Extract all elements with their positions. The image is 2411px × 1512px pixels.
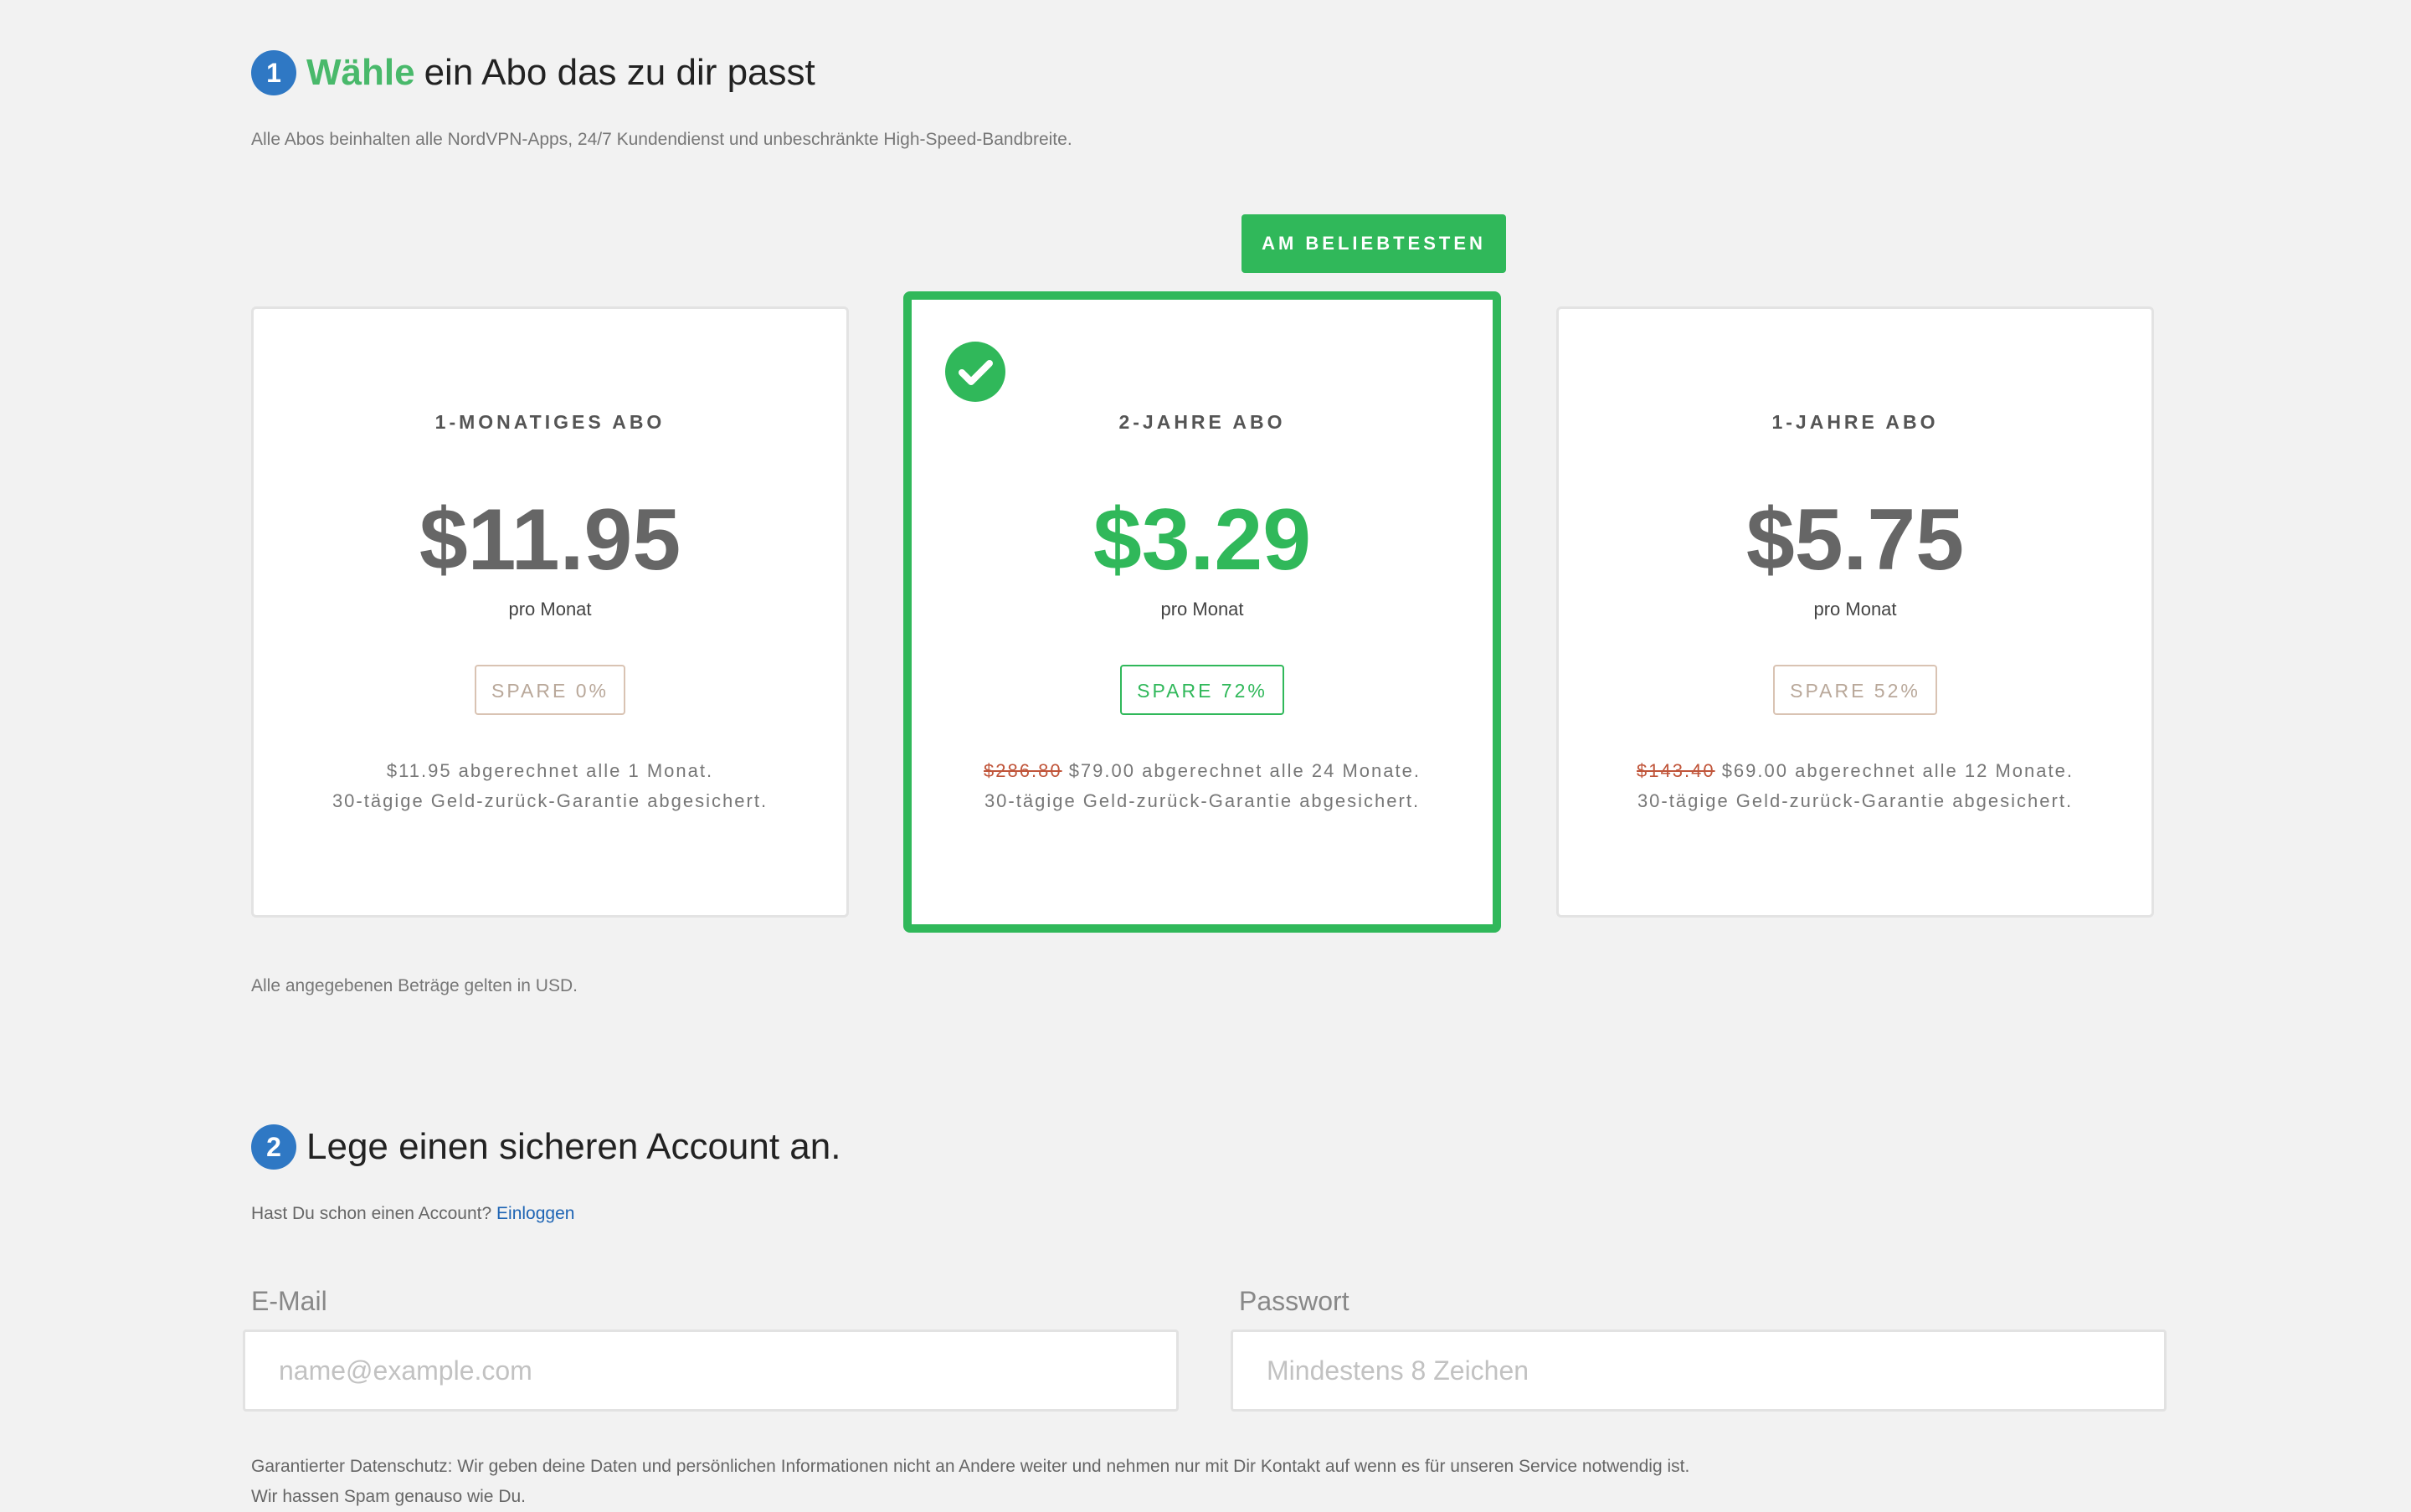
plan-per-month: pro Monat (508, 599, 592, 620)
billing-text: $69.00 abgerechnet alle 12 Monate. (1721, 760, 2074, 781)
billing-line: $143.40 $69.00 abgerechnet alle 12 Monat… (1559, 756, 2151, 786)
guarantee-line: 30-tägige Geld-zurück-Garantie abgesiche… (984, 790, 1421, 811)
login-link[interactable]: Einloggen (496, 1204, 574, 1223)
plan-per-month: pro Monat (1813, 599, 1897, 620)
billing-line: $286.80 $79.00 abgerechnet alle 24 Monat… (912, 756, 1493, 786)
save-badge: SPARE 52% (1773, 665, 1937, 715)
billing-info: $143.40 $69.00 abgerechnet alle 12 Monat… (1559, 756, 2151, 816)
plan-name: 1-MONATIGES ABO (434, 411, 666, 433)
step1-heading: 1 Wähle ein Abo das zu dir passt (251, 50, 815, 95)
plan-price: $3.29 (1092, 491, 1312, 589)
old-price: $286.80 (984, 760, 1062, 781)
privacy-notice: Garantierter Datenschutz: Wir geben dein… (251, 1452, 1689, 1512)
save-badge-wrap: SPARE 52% (1559, 665, 2151, 715)
plan-price: $5.75 (1745, 491, 1965, 589)
plan-price: $11.95 (419, 491, 681, 589)
guarantee-line: 30-tägige Geld-zurück-Garantie abgesiche… (1637, 790, 2074, 811)
billing-line: $11.95 abgerechnet alle 1 Monat. (254, 756, 846, 786)
step1-title-accent: Wähle (306, 52, 415, 93)
privacy-line-1: Garantierter Datenschutz: Wir geben dein… (251, 1457, 1690, 1476)
password-field[interactable] (1231, 1329, 2167, 1412)
step2-number-badge: 2 (251, 1124, 296, 1170)
currency-note: Alle angegebenen Beträge gelten in USD. (251, 976, 578, 995)
step1-number-badge: 1 (251, 50, 296, 95)
plan-card-1-month[interactable]: 1-MONATIGES ABO $11.95 pro Monat SPARE 0… (251, 306, 849, 918)
save-badge: SPARE 72% (1120, 665, 1284, 715)
save-badge-wrap: SPARE 72% (912, 665, 1493, 715)
check-icon (945, 342, 1005, 402)
step1-subtitle: Alle Abos beinhalten alle NordVPN-Apps, … (251, 130, 1072, 149)
email-field[interactable] (243, 1329, 1179, 1412)
plan-name: 1-JAHRE ABO (1771, 411, 1939, 433)
billing-text: $79.00 abgerechnet alle 24 Monate. (1068, 760, 1421, 781)
privacy-line-2: Wir hassen Spam genauso wie Du. (251, 1487, 526, 1506)
email-label: E-Mail (251, 1286, 327, 1316)
billing-text: $11.95 abgerechnet alle 1 Monat. (386, 760, 714, 781)
step2-heading: 2 Lege einen sicheren Account an. (251, 1124, 841, 1170)
old-price: $143.40 (1637, 760, 1715, 781)
guarantee-line: 30-tägige Geld-zurück-Garantie abgesiche… (332, 790, 769, 811)
plan-card-1-year[interactable]: 1-JAHRE ABO $5.75 pro Monat SPARE 52% $1… (1556, 306, 2154, 918)
step2-title: Lege einen sicheren Account an. (306, 1126, 841, 1167)
billing-info: $11.95 abgerechnet alle 1 Monat. 30-tägi… (254, 756, 846, 816)
billing-info: $286.80 $79.00 abgerechnet alle 24 Monat… (912, 756, 1493, 816)
plan-name: 2-JAHRE ABO (1118, 411, 1286, 433)
save-badge: SPARE 0% (475, 665, 625, 715)
plan-per-month: pro Monat (1160, 599, 1244, 620)
step1-title: ein Abo das zu dir passt (424, 52, 815, 93)
password-label: Passwort (1239, 1286, 1349, 1316)
account-prompt: Hast Du schon einen Account? Einloggen (251, 1204, 574, 1224)
plan-card-2-years[interactable]: 2-JAHRE ABO $3.29 pro Monat SPARE 72% $2… (903, 291, 1501, 933)
save-badge-wrap: SPARE 0% (254, 665, 846, 715)
account-prompt-text: Hast Du schon einen Account? (251, 1204, 492, 1223)
most-popular-badge: AM BELIEBTESTEN (1241, 214, 1506, 273)
